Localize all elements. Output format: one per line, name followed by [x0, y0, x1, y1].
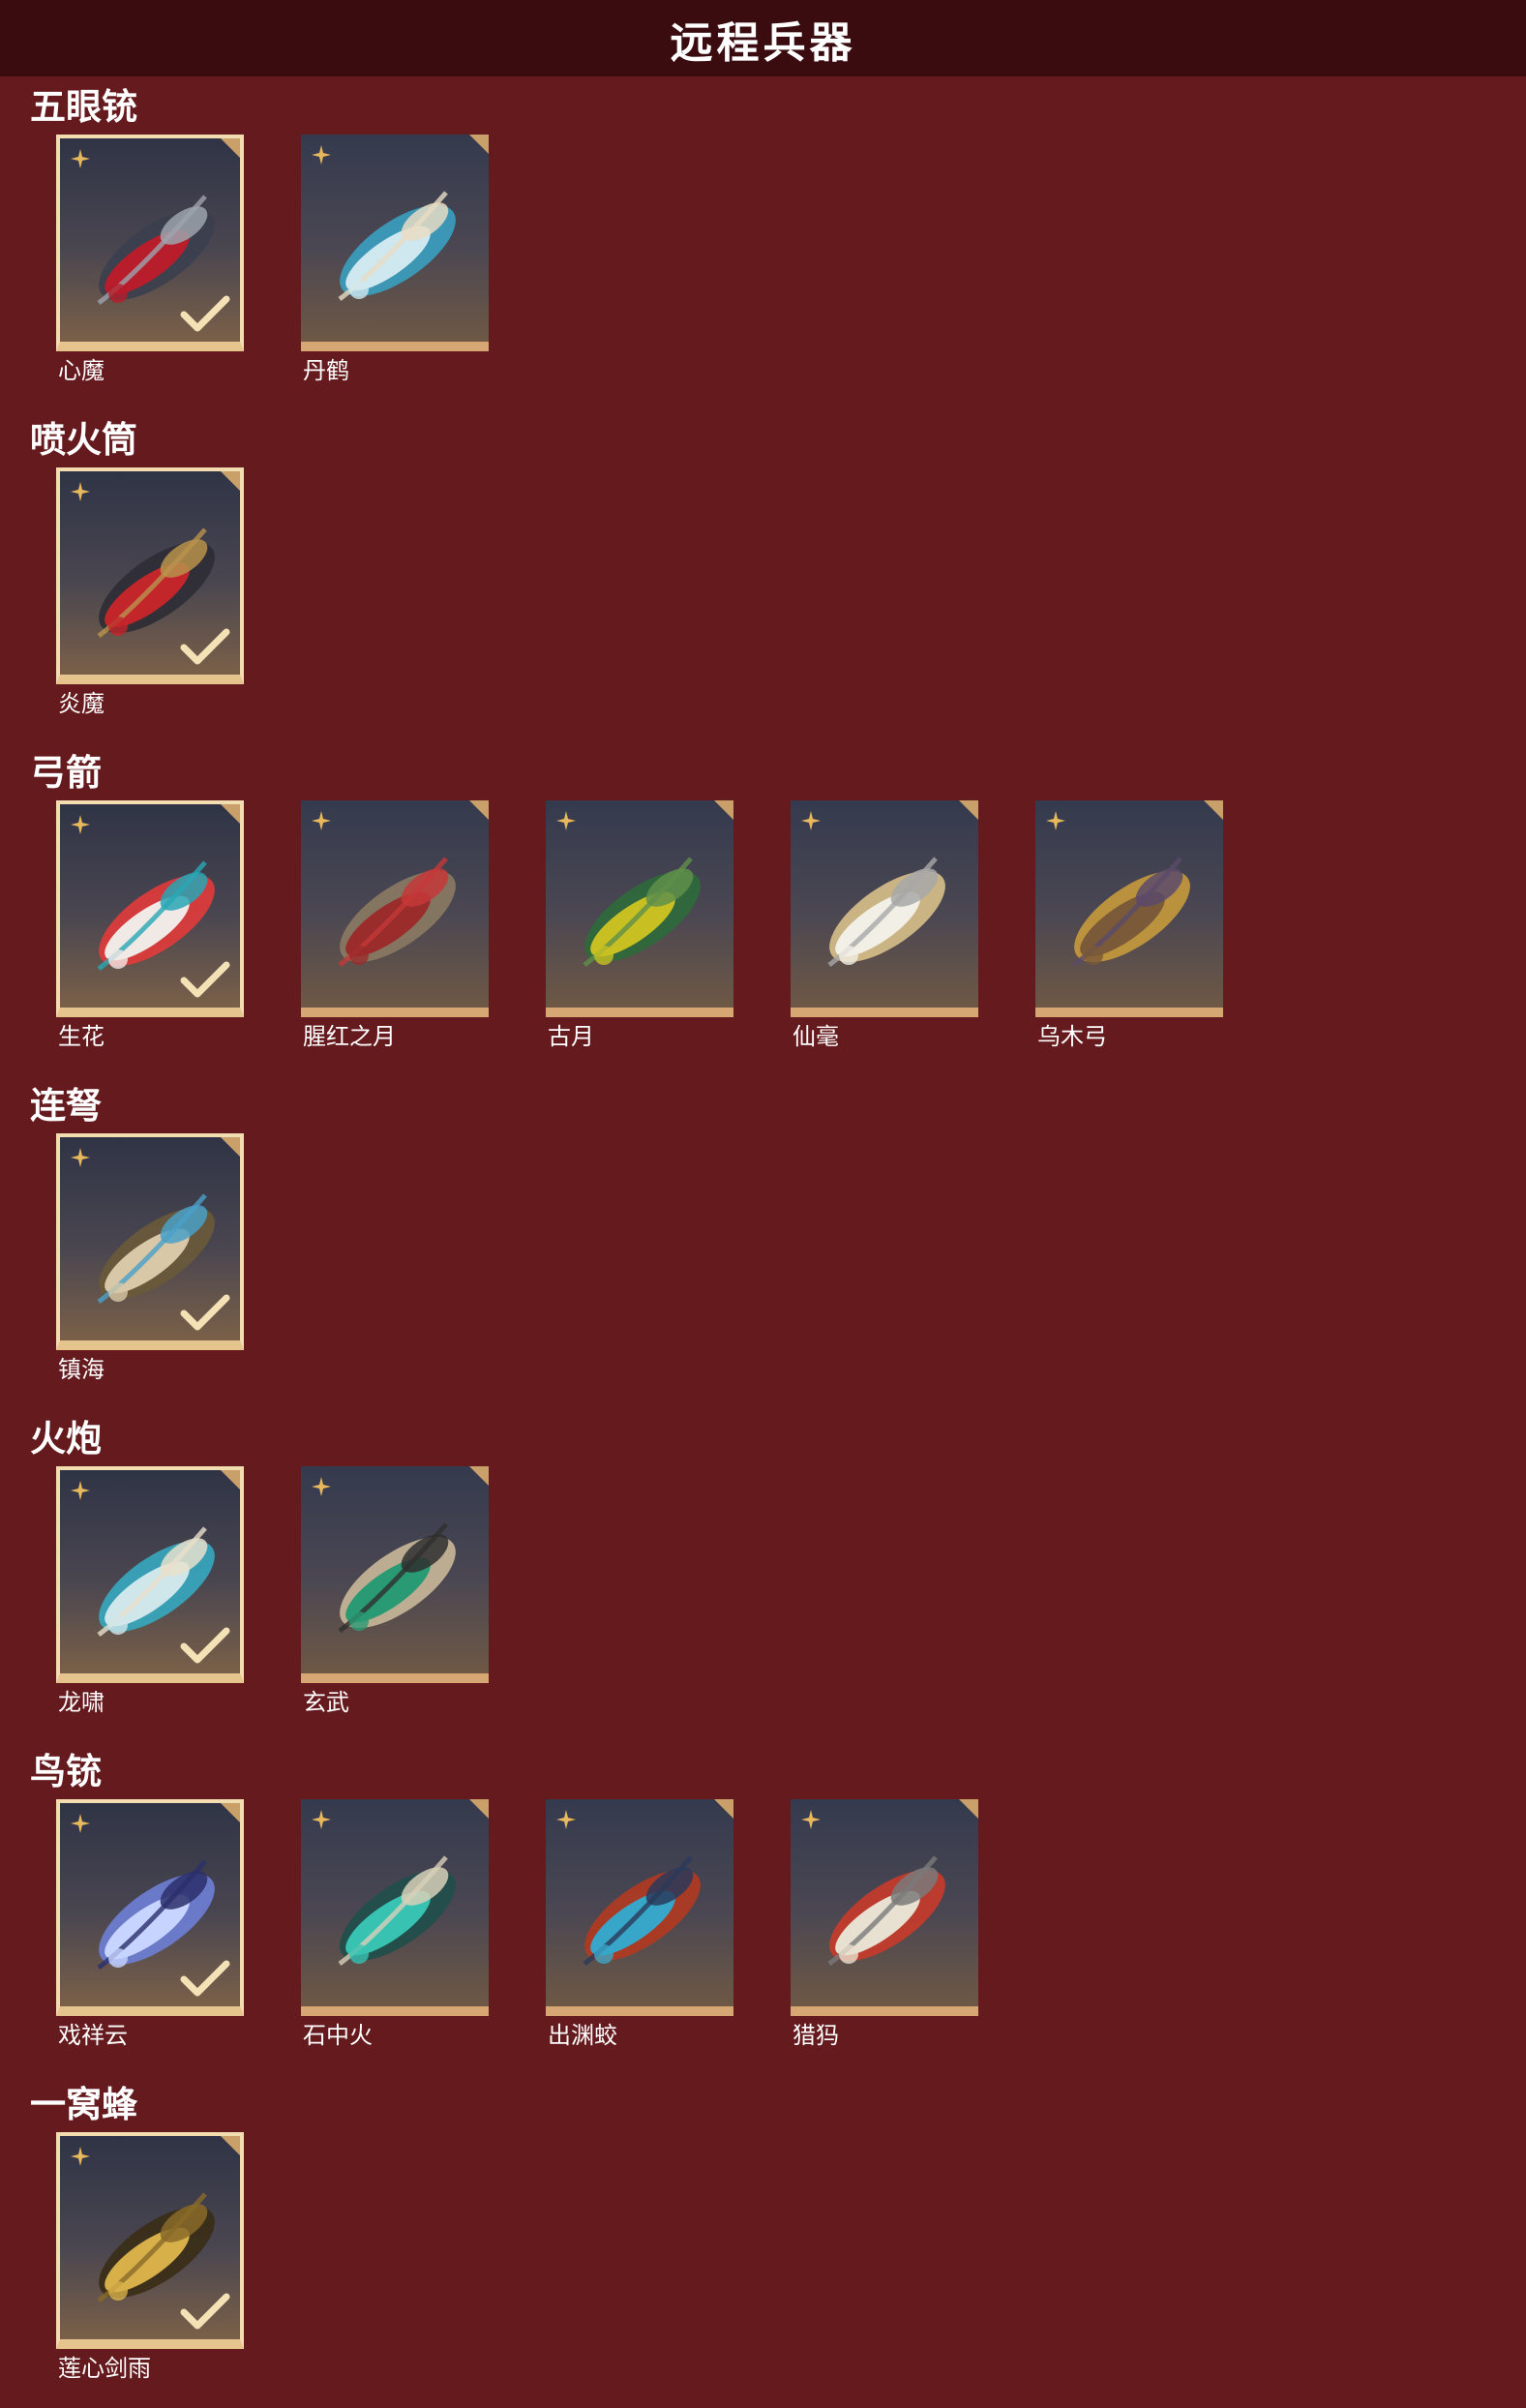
card-corner-tab [712, 1799, 733, 1821]
category-title: 鸟铳 [30, 1751, 102, 1792]
weapon-item[interactable]: 玄武 [301, 1466, 489, 1728]
weapon-name: 镇海 [58, 1356, 105, 1383]
weapon-card[interactable] [546, 1799, 733, 2016]
weapon-name: 古月 [548, 1023, 594, 1050]
card-corner-tab [219, 1137, 240, 1159]
weapon-name: 玄武 [303, 1689, 349, 1716]
weapon-name: 猎犸 [793, 2022, 839, 2049]
weapon-name: 腥红之月 [303, 1023, 396, 1050]
category-section: 弓箭生花 腥红之月 古月 仙毫 乌木弓 [0, 750, 1526, 1083]
card-corner-tab [712, 800, 733, 822]
weapon-name: 戏祥云 [58, 2022, 128, 2049]
card-corner-tab [1202, 800, 1223, 822]
weapon-card[interactable] [56, 135, 244, 351]
checkmark-icon [180, 293, 230, 336]
weapon-item[interactable]: 戏祥云 [56, 1799, 244, 2061]
weapon-item[interactable]: 石中火 [301, 1799, 489, 2061]
weapon-item[interactable]: 仙毫 [791, 800, 978, 1062]
weapon-card[interactable] [56, 2132, 244, 2349]
page-header: 远程兵器 [0, 0, 1526, 76]
weapon-card[interactable] [791, 800, 978, 1017]
weapon-name: 出渊蛟 [548, 2022, 617, 2049]
weapon-image [555, 1819, 724, 2002]
checkmark-icon [180, 959, 230, 1002]
category-title: 五眼铳 [30, 86, 137, 128]
card-corner-tab [219, 2136, 240, 2157]
category-section: 一窝蜂莲心剑雨 [0, 2082, 1526, 2408]
card-corner-tab [467, 1466, 489, 1488]
category-section: 五眼铳心魔 丹鹤 [0, 84, 1526, 417]
weapon-item[interactable]: 炎魔 [56, 467, 244, 729]
category-title: 连弩 [30, 1085, 102, 1127]
category-title: 弓箭 [30, 752, 102, 794]
weapon-card[interactable] [56, 467, 244, 684]
card-corner-tab [957, 800, 978, 822]
weapon-name: 仙毫 [793, 1023, 839, 1050]
weapon-card[interactable] [546, 800, 733, 1017]
card-corner-tab [219, 1803, 240, 1824]
weapon-card[interactable] [56, 800, 244, 1017]
weapon-name: 生花 [58, 1023, 105, 1050]
card-corner-tab [219, 471, 240, 493]
page-title: 远程兵器 [670, 17, 856, 68]
weapon-card[interactable] [301, 1799, 489, 2016]
weapon-card[interactable] [1035, 800, 1223, 1017]
weapon-card[interactable] [791, 1799, 978, 2016]
weapon-image [1045, 820, 1213, 1004]
weapon-item[interactable]: 心魔 [56, 135, 244, 396]
checkmark-icon [180, 1292, 230, 1335]
weapon-item[interactable]: 生花 [56, 800, 244, 1062]
weapon-card[interactable] [301, 800, 489, 1017]
weapon-image [311, 1819, 479, 2002]
category-section: 连弩镇海 [0, 1083, 1526, 1416]
weapon-item[interactable]: 古月 [546, 800, 733, 1062]
weapon-name: 乌木弓 [1037, 1023, 1107, 1050]
weapon-name: 炎魔 [58, 690, 105, 717]
card-corner-tab [219, 138, 240, 160]
weapon-name: 心魔 [58, 357, 105, 384]
weapon-image [311, 820, 479, 1004]
weapon-name: 莲心剑雨 [58, 2355, 151, 2382]
category-title: 火炮 [30, 1418, 102, 1460]
card-corner-tab [219, 804, 240, 826]
weapon-item[interactable]: 猎犸 [791, 1799, 978, 2061]
weapon-item[interactable]: 出渊蛟 [546, 1799, 733, 2061]
weapon-item[interactable]: 莲心剑雨 [56, 2132, 244, 2393]
weapon-image [800, 1819, 969, 2002]
weapon-name: 石中火 [303, 2022, 373, 2049]
checkmark-icon [180, 1958, 230, 2001]
weapon-name: 丹鹤 [303, 357, 349, 384]
card-corner-tab [957, 1799, 978, 1821]
weapon-item[interactable]: 腥红之月 [301, 800, 489, 1062]
card-corner-tab [467, 135, 489, 156]
card-corner-tab [467, 800, 489, 822]
checkmark-icon [180, 626, 230, 669]
checkmark-icon [180, 1625, 230, 1668]
weapon-item[interactable]: 丹鹤 [301, 135, 489, 396]
weapon-image [311, 154, 479, 338]
category-section: 鸟铳戏祥云 石中火 出渊蛟 猎犸 [0, 1749, 1526, 2082]
weapon-card[interactable] [56, 1466, 244, 1683]
weapon-name: 龙啸 [58, 1689, 105, 1716]
weapon-card[interactable] [56, 1799, 244, 2016]
weapon-image [311, 1486, 479, 1670]
category-section: 火炮龙啸 玄武 [0, 1416, 1526, 1749]
category-title: 喷火筒 [30, 419, 137, 461]
weapon-item[interactable]: 乌木弓 [1035, 800, 1223, 1062]
weapon-item[interactable]: 镇海 [56, 1133, 244, 1395]
weapon-item[interactable]: 龙啸 [56, 1466, 244, 1728]
weapon-card[interactable] [301, 135, 489, 351]
weapon-image [555, 820, 724, 1004]
weapon-image [800, 820, 969, 1004]
weapon-card[interactable] [301, 1466, 489, 1683]
category-section: 喷火筒 炎魔 [0, 417, 1526, 750]
checkmark-icon [180, 2291, 230, 2333]
card-corner-tab [467, 1799, 489, 1821]
category-title: 一窝蜂 [30, 2084, 137, 2125]
weapon-card[interactable] [56, 1133, 244, 1350]
card-corner-tab [219, 1470, 240, 1491]
